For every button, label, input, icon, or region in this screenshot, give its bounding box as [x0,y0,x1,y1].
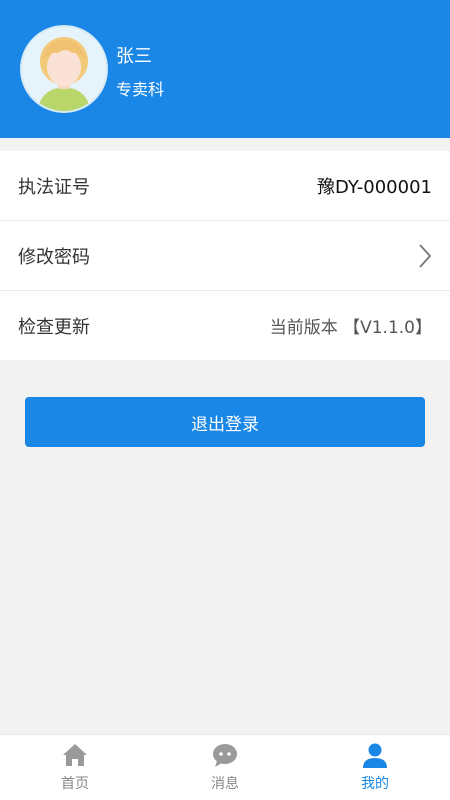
nav-label-profile: 我的 [361,776,389,792]
user-name: 张三 [116,46,152,67]
license-number-value: 豫DY-000001 [317,176,432,198]
message-icon [213,744,237,767]
nav-item-home[interactable]: 首页 [0,735,150,800]
nav-label-home: 首页 [61,776,89,792]
profile-header: 张三 专卖科 [0,0,450,138]
change-password-label: 修改密码 [18,246,90,268]
avatar[interactable] [20,25,108,113]
bottom-nav: 首页 消息 我的 [0,734,450,800]
nav-item-messages[interactable]: 消息 [150,735,300,800]
change-password-row[interactable]: 修改密码 [0,221,450,291]
user-icon [363,743,387,768]
check-update-row[interactable]: 检查更新 当前版本 【V1.1.0】 [0,291,450,360]
nav-item-profile[interactable]: 我的 [300,735,450,800]
logout-button[interactable]: 退出登录 [25,397,425,447]
nav-label-messages: 消息 [211,776,239,792]
license-number-row: 执法证号 豫DY-000001 [0,151,450,221]
chevron-right-icon [419,243,432,268]
license-number-label: 执法证号 [18,176,90,198]
check-update-label: 检查更新 [18,316,90,338]
user-department: 专卖科 [116,80,165,99]
current-version-value: 当前版本 【V1.1.0】 [269,318,432,338]
profile-page: 张三 专卖科 执法证号 豫DY-000001 修改密码 检查更新 当前版本 【V… [0,0,450,800]
settings-list: 执法证号 豫DY-000001 修改密码 检查更新 当前版本 【V1.1.0】 [0,151,450,360]
avatar-illustration [22,27,106,111]
home-icon [63,744,87,766]
